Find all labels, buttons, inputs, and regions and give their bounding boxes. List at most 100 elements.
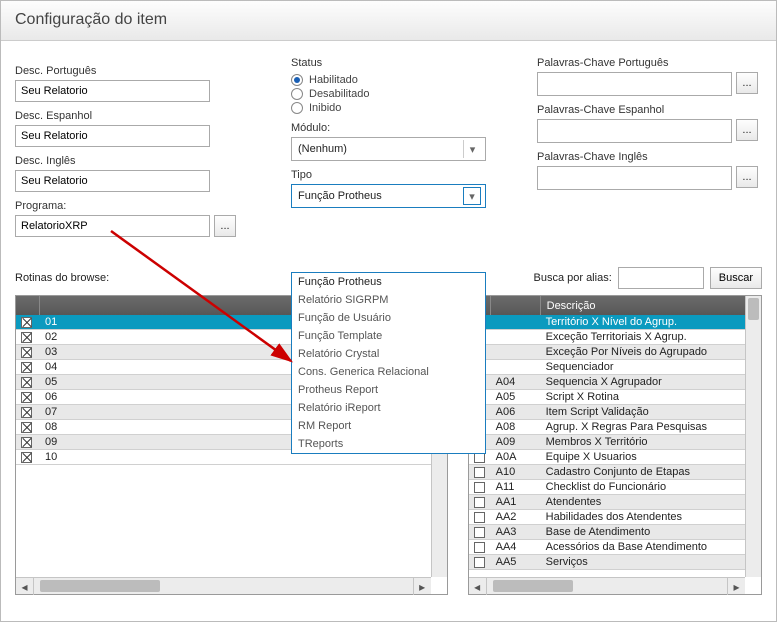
table-row[interactable]: A06Item Script Validação bbox=[469, 405, 761, 420]
status-option-habilitado[interactable]: Habilitado bbox=[291, 74, 501, 86]
row-desc: Sequenciador bbox=[541, 360, 761, 374]
tipo-option[interactable]: Função Template bbox=[292, 327, 485, 345]
desc-es-input[interactable] bbox=[15, 125, 210, 147]
table-row[interactable]: AA3Base de Atendimento bbox=[469, 525, 761, 540]
checkbox-icon[interactable] bbox=[474, 527, 485, 538]
row-code: A06 bbox=[491, 405, 541, 419]
scrollbar-vertical[interactable] bbox=[745, 296, 761, 577]
checkbox-icon[interactable] bbox=[474, 482, 485, 493]
row-desc: Script X Rotina bbox=[541, 390, 761, 404]
table-row[interactable]: Sequenciador bbox=[469, 360, 761, 375]
right-col-code bbox=[491, 296, 541, 315]
chevron-down-icon: ▾ bbox=[463, 140, 481, 158]
modulo-select[interactable]: (Nenhum) ▾ bbox=[291, 137, 486, 161]
row-code: AA2 bbox=[491, 510, 541, 524]
scrollbar-horizontal[interactable]: ◂ ▸ bbox=[16, 577, 431, 594]
kw-es-input[interactable] bbox=[537, 119, 732, 143]
tipo-option[interactable]: Função Protheus bbox=[292, 273, 485, 291]
radio-icon bbox=[291, 74, 303, 86]
table-row[interactable]: Território X Nível do Agrup. bbox=[469, 315, 761, 330]
table-row[interactable]: Exceção Territoriais X Agrup. bbox=[469, 330, 761, 345]
row-code: A04 bbox=[491, 375, 541, 389]
tipo-option[interactable]: Função de Usuário bbox=[292, 309, 485, 327]
checkbox-icon[interactable] bbox=[21, 317, 32, 328]
checkbox-icon[interactable] bbox=[21, 392, 32, 403]
row-code: AA4 bbox=[491, 540, 541, 554]
radio-label: Inibido bbox=[309, 102, 341, 114]
kw-es-browse-button[interactable]: ... bbox=[736, 119, 758, 141]
row-code: AA1 bbox=[491, 495, 541, 509]
table-row[interactable]: Exceção Por Níveis do Agrupado bbox=[469, 345, 761, 360]
tipo-option[interactable]: Protheus Report bbox=[292, 381, 485, 399]
table-row[interactable]: A09Membros X Território bbox=[469, 435, 761, 450]
tipo-select[interactable]: Função Protheus ▾ bbox=[291, 184, 486, 208]
tipo-option[interactable]: RM Report bbox=[292, 417, 485, 435]
tipo-option[interactable]: Relatório SIGRPM bbox=[292, 291, 485, 309]
tipo-option[interactable]: Cons. Generica Relacional bbox=[292, 363, 485, 381]
tipo-dropdown[interactable]: Função ProtheusRelatório SIGRPMFunção de… bbox=[291, 272, 486, 454]
table-row[interactable]: A05Script X Rotina bbox=[469, 390, 761, 405]
buscar-button[interactable]: Buscar bbox=[710, 267, 762, 289]
right-table[interactable]: Descrição Território X Nível do Agrup.Ex… bbox=[468, 295, 762, 595]
checkbox-icon[interactable] bbox=[474, 467, 485, 478]
programa-label: Programa: bbox=[15, 200, 255, 212]
title-bar: Configuração do item bbox=[1, 1, 776, 41]
radio-icon bbox=[291, 102, 303, 114]
checkbox-icon[interactable] bbox=[21, 422, 32, 433]
row-code: A11 bbox=[491, 480, 541, 494]
checkbox-icon[interactable] bbox=[474, 497, 485, 508]
row-code: A10 bbox=[491, 465, 541, 479]
row-code: A09 bbox=[491, 435, 541, 449]
status-option-desabilitado[interactable]: Desabilitado bbox=[291, 88, 501, 100]
table-row[interactable]: AA5Serviços bbox=[469, 555, 761, 570]
tipo-option[interactable]: TReports bbox=[292, 435, 485, 453]
arrow-right-icon[interactable]: ▸ bbox=[413, 578, 431, 595]
checkbox-icon[interactable] bbox=[21, 437, 32, 448]
programa-input[interactable] bbox=[15, 215, 210, 237]
row-code: A05 bbox=[491, 390, 541, 404]
arrow-right-icon[interactable]: ▸ bbox=[727, 578, 745, 595]
checkbox-icon[interactable] bbox=[21, 332, 32, 343]
checkbox-icon[interactable] bbox=[21, 362, 32, 373]
window-title: Configuração do item bbox=[15, 11, 167, 28]
table-row[interactable]: A0AEquipe X Usuarios bbox=[469, 450, 761, 465]
table-row[interactable]: A08Agrup. X Regras Para Pesquisas bbox=[469, 420, 761, 435]
tipo-label: Tipo bbox=[291, 169, 501, 181]
programa-browse-button[interactable]: ... bbox=[214, 215, 236, 237]
desc-pt-input[interactable] bbox=[15, 80, 210, 102]
status-option-inibido[interactable]: Inibido bbox=[291, 102, 501, 114]
table-row[interactable]: A11Checklist do Funcionário bbox=[469, 480, 761, 495]
kw-pt-browse-button[interactable]: ... bbox=[736, 72, 758, 94]
desc-en-label: Desc. Inglês bbox=[15, 155, 255, 167]
table-row[interactable]: AA4Acessórios da Base Atendimento bbox=[469, 540, 761, 555]
table-row[interactable]: A04Sequencia X Agrupador bbox=[469, 375, 761, 390]
arrow-left-icon[interactable]: ◂ bbox=[469, 578, 487, 595]
scrollbar-horizontal[interactable]: ◂ ▸ bbox=[469, 577, 745, 594]
tipo-option[interactable]: Relatório Crystal bbox=[292, 345, 485, 363]
table-row[interactable]: AA1Atendentes bbox=[469, 495, 761, 510]
row-desc: Serviços bbox=[541, 555, 761, 569]
arrow-left-icon[interactable]: ◂ bbox=[16, 578, 34, 595]
table-row[interactable]: A10Cadastro Conjunto de Etapas bbox=[469, 465, 761, 480]
checkbox-icon[interactable] bbox=[21, 407, 32, 418]
checkbox-icon[interactable] bbox=[21, 452, 32, 463]
kw-en-input[interactable] bbox=[537, 166, 732, 190]
row-code: AA5 bbox=[491, 555, 541, 569]
kw-pt-input[interactable] bbox=[537, 72, 732, 96]
row-desc: Checklist do Funcionário bbox=[541, 480, 761, 494]
row-code bbox=[491, 315, 541, 329]
row-code bbox=[491, 360, 541, 374]
checkbox-icon[interactable] bbox=[474, 557, 485, 568]
chevron-down-icon: ▾ bbox=[463, 187, 481, 205]
checkbox-icon[interactable] bbox=[474, 512, 485, 523]
kw-en-browse-button[interactable]: ... bbox=[736, 166, 758, 188]
checkbox-icon[interactable] bbox=[474, 542, 485, 553]
busca-input[interactable] bbox=[618, 267, 704, 289]
desc-en-input[interactable] bbox=[15, 170, 210, 192]
tipo-option[interactable]: Relatório iReport bbox=[292, 399, 485, 417]
checkbox-icon[interactable] bbox=[21, 347, 32, 358]
table-row[interactable]: AA2Habilidades dos Atendentes bbox=[469, 510, 761, 525]
checkbox-icon[interactable] bbox=[21, 377, 32, 388]
kw-es-label: Palavras-Chave Espanhol bbox=[537, 104, 777, 116]
row-desc: Habilidades dos Atendentes bbox=[541, 510, 761, 524]
